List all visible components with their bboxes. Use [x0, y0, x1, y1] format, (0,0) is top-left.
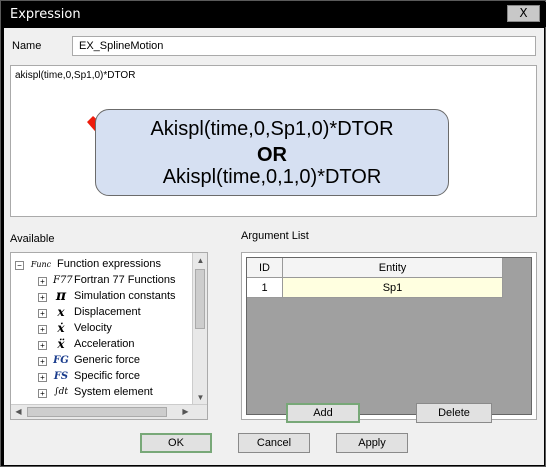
expand-icon[interactable]: + — [38, 309, 47, 318]
add-button[interactable]: Add — [286, 403, 360, 423]
expand-icon[interactable]: + — [38, 277, 47, 286]
apply-button[interactable]: Apply — [336, 433, 408, 453]
cancel-button[interactable]: Cancel — [238, 433, 310, 453]
column-header-entity[interactable]: Entity — [283, 258, 503, 278]
expand-icon[interactable]: + — [38, 293, 47, 302]
tree-item-label: Simulation constants — [74, 290, 176, 302]
function-tree[interactable]: − Func Function expressions + F77 Fortra… — [10, 252, 208, 420]
expression-text: akispl(time,0,Sp1,0)*DTOR — [15, 70, 136, 81]
window-title: Expression — [10, 7, 81, 22]
scroll-left-icon[interactable]: ◀ — [11, 405, 26, 419]
expression-dialog: Expression X Name EX_SplineMotion akispl… — [0, 0, 546, 467]
tree-horizontal-scrollbar[interactable]: ◀ ▶ — [11, 404, 207, 419]
tree-vertical-scrollbar[interactable]: ▲ ▼ — [192, 253, 207, 405]
integral-icon: ∫dt — [53, 387, 69, 397]
expression-editor[interactable]: akispl(time,0,Sp1,0)*DTOR Akispl(time,0,… — [10, 65, 537, 217]
tree-item-label: Fortran 77 Functions — [74, 274, 176, 286]
title-bar[interactable]: Expression X — [2, 2, 546, 27]
tree-item-label: Acceleration — [74, 338, 135, 350]
expression-callout: Akispl(time,0,Sp1,0)*DTOR OR Akispl(time… — [95, 109, 449, 196]
ok-button[interactable]: OK — [140, 433, 212, 453]
collapse-icon[interactable]: − — [15, 261, 24, 270]
tree-item-label: Specific force — [74, 370, 141, 382]
expand-icon[interactable]: + — [38, 325, 47, 334]
argument-list-label: Argument List — [241, 230, 309, 242]
specific-force-icon: FS — [53, 371, 69, 382]
dialog-client: Name EX_SplineMotion akispl(time,0,Sp1,0… — [4, 28, 544, 465]
argument-entity-cell[interactable]: Sp1 — [283, 278, 503, 298]
argument-table[interactable]: ID Entity 1 Sp1 — [246, 257, 532, 415]
vertical-scroll-thumb[interactable] — [195, 269, 205, 329]
tree-item-label: Generic force — [74, 354, 141, 366]
close-button[interactable]: X — [507, 5, 540, 22]
acceleration-icon: ẍ — [57, 337, 65, 351]
horizontal-scroll-thumb[interactable] — [27, 407, 167, 417]
expand-icon[interactable]: + — [38, 357, 47, 366]
delete-button[interactable]: Delete — [416, 403, 492, 423]
callout-or: OR — [257, 144, 287, 166]
tree-root-label: Function expressions — [57, 258, 161, 270]
expand-icon[interactable]: + — [38, 389, 47, 398]
displacement-icon: x — [57, 305, 65, 319]
scroll-up-icon[interactable]: ▲ — [193, 253, 207, 268]
scroll-right-icon[interactable]: ▶ — [178, 405, 193, 419]
expand-icon[interactable]: + — [38, 341, 47, 350]
available-label: Available — [10, 233, 55, 245]
tree-item-label: Displacement — [74, 306, 141, 318]
column-header-id[interactable]: ID — [247, 258, 283, 278]
name-label: Name — [12, 40, 42, 52]
generic-force-icon: FG — [53, 355, 69, 366]
callout-line-1: Akispl(time,0,Sp1,0)*DTOR — [150, 118, 394, 140]
argument-id-cell[interactable]: 1 — [247, 278, 283, 298]
scroll-down-icon[interactable]: ▼ — [193, 390, 207, 405]
fortran-icon: F77 — [53, 275, 73, 286]
name-field[interactable]: EX_SplineMotion — [72, 36, 536, 56]
pi-icon: π — [55, 288, 67, 304]
velocity-icon: ẋ — [57, 321, 65, 335]
tree-item-label: System element — [74, 386, 153, 398]
callout-line-2: Akispl(time,0,1,0)*DTOR — [162, 166, 382, 188]
tree-item-label: Velocity — [74, 322, 112, 334]
argument-list-panel: ID Entity 1 Sp1 — [241, 252, 537, 420]
func-icon: Func — [30, 260, 52, 269]
expand-icon[interactable]: + — [38, 373, 47, 382]
